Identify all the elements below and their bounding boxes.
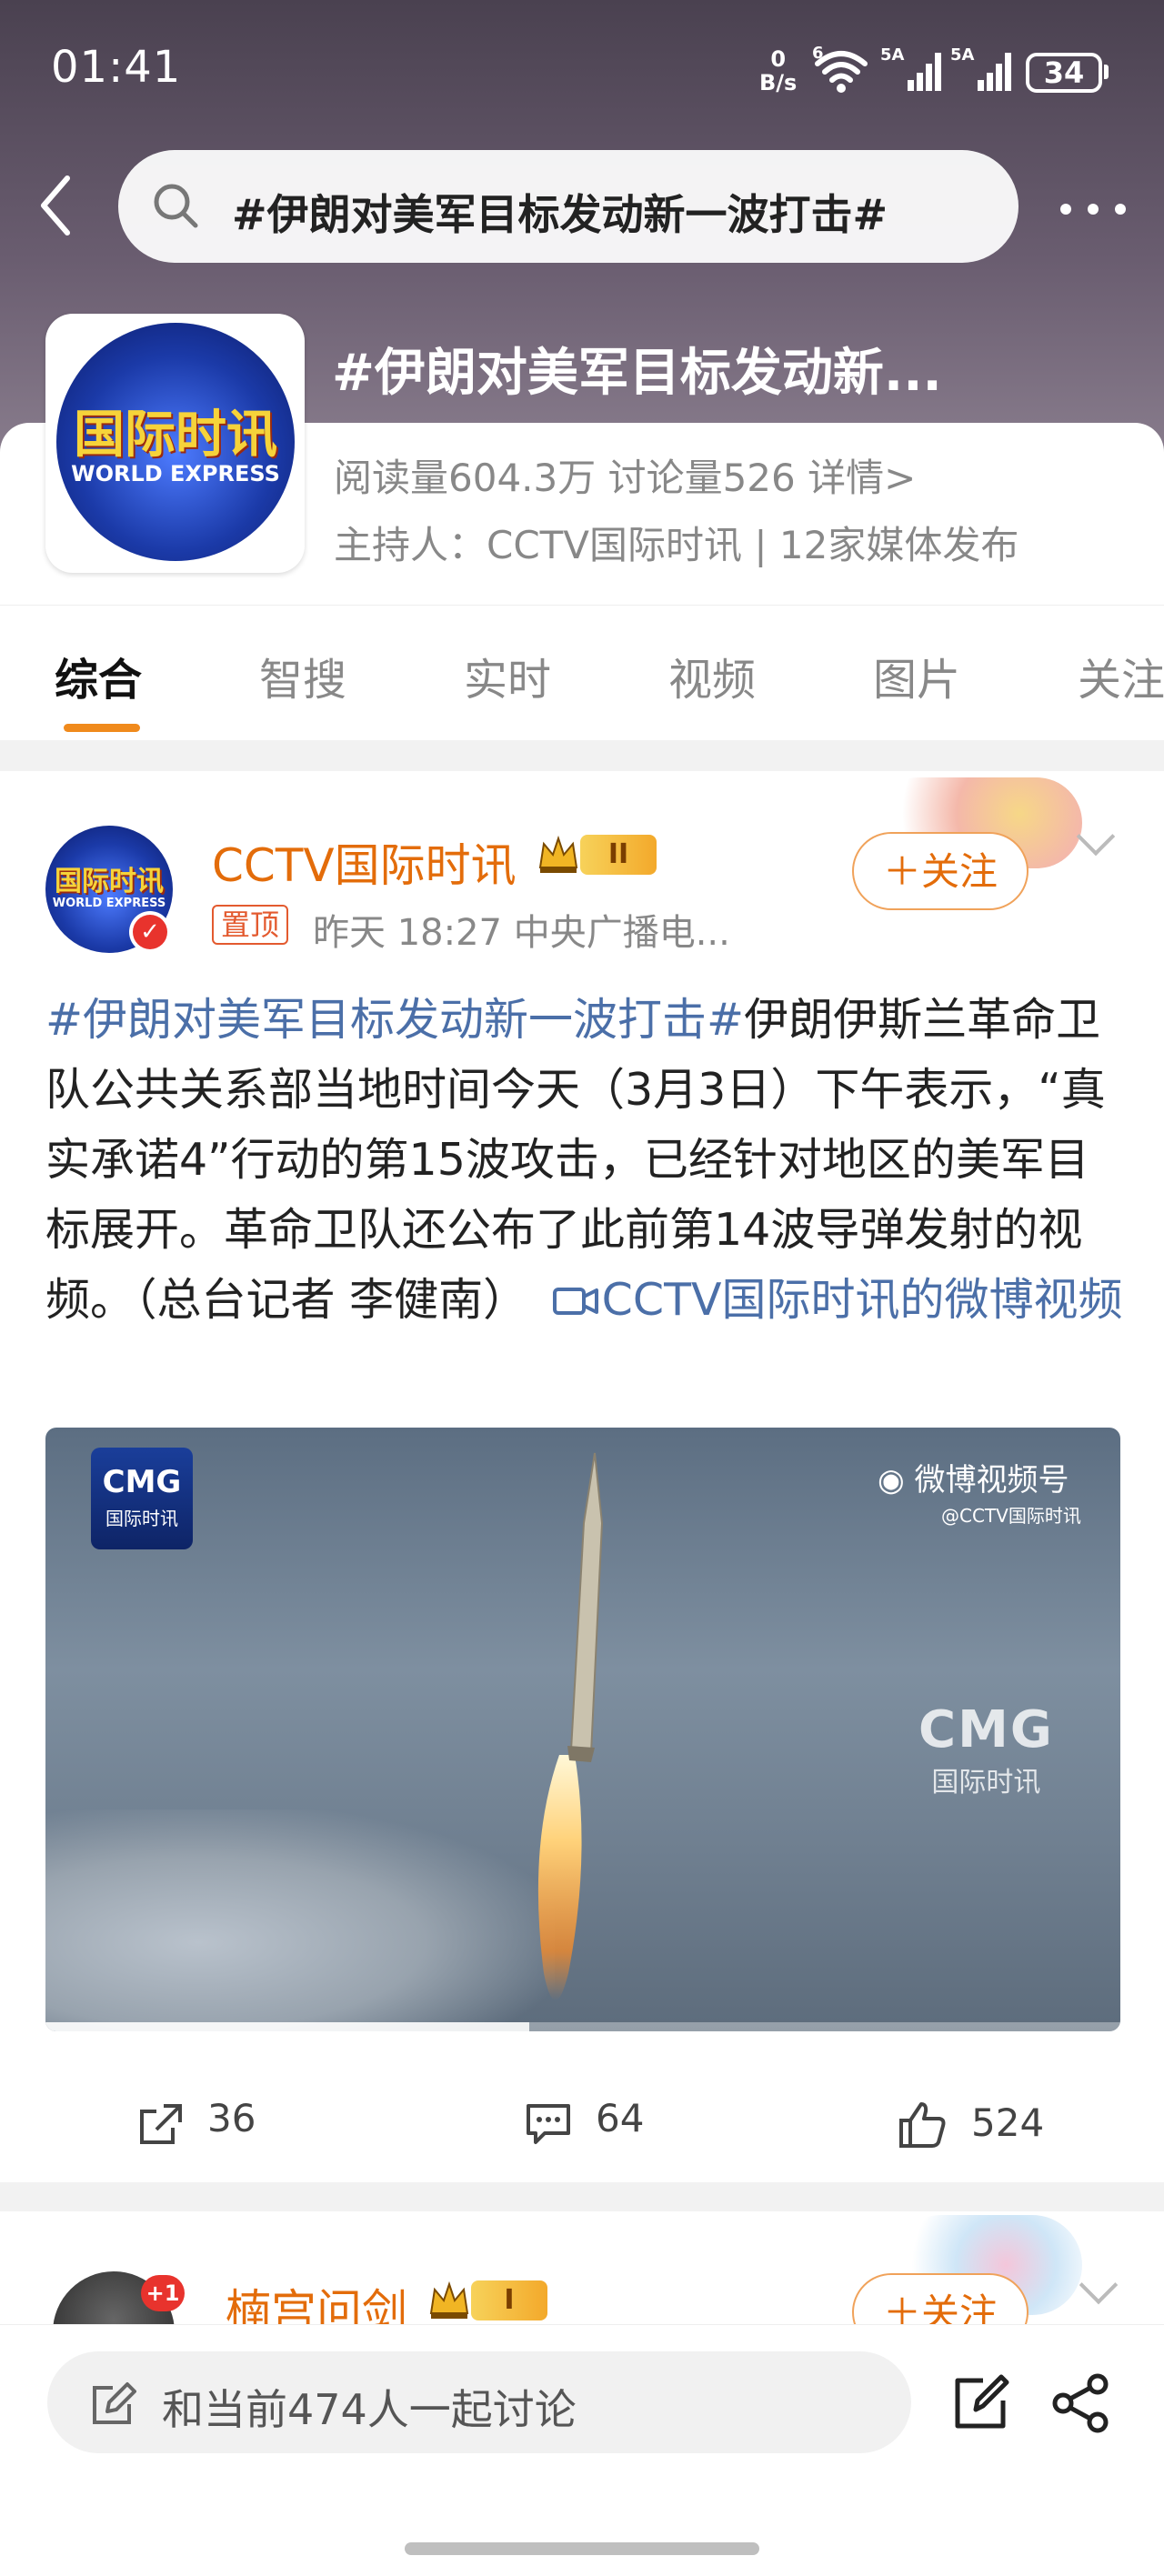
compose-icon[interactable] bbox=[950, 2373, 1010, 2437]
topic-logo-en: WORLD EXPRESS bbox=[71, 461, 280, 486]
weibo-video-watermark: ◉ 微博视频号 @CCTV国际时讯 bbox=[878, 1455, 1081, 1528]
tab-bar: 综合 智搜 实时 视频 图片 关注 bbox=[0, 605, 1164, 740]
network-speed-value: 0 bbox=[770, 46, 787, 72]
video-player[interactable]: CMG 国际时讯 ◉ 微博视频号 @CCTV国际时讯 CMG 国际时讯 bbox=[45, 1428, 1120, 2031]
follow-button[interactable]: ＋关注 bbox=[852, 832, 1029, 910]
topic-host: 主持人：CCTV国际时讯 | 12家媒体发布 bbox=[334, 523, 1019, 567]
network-speed: 0 B/s bbox=[759, 47, 797, 95]
video-link[interactable]: CCTV国际时讯的微博视频 bbox=[542, 1274, 1123, 1326]
avatar-logo-cn: 国际时讯 bbox=[55, 866, 164, 897]
sim1-label: 5A bbox=[880, 45, 905, 65]
status-time: 01:41 bbox=[51, 42, 182, 93]
share-icon[interactable] bbox=[136, 2100, 186, 2150]
video-link-text[interactable]: CCTV国际时讯的微博视频 bbox=[602, 1274, 1123, 1326]
like-count[interactable]: 524 bbox=[971, 2100, 1044, 2145]
network-speed-unit: B/s bbox=[759, 70, 798, 95]
tab-following[interactable]: 关注 bbox=[1078, 644, 1164, 707]
topic-stats[interactable]: 阅读量604.3万 讨论量526 详情> bbox=[334, 447, 916, 503]
edit-icon bbox=[87, 2381, 136, 2433]
share-count[interactable]: 36 bbox=[207, 2096, 256, 2140]
signal-icon-sim1: 5A bbox=[880, 45, 944, 98]
cmg-badge: CMG 国际时讯 bbox=[91, 1448, 193, 1549]
avatar-badge: +1 bbox=[141, 2275, 185, 2311]
home-indicator[interactable] bbox=[405, 2542, 759, 2555]
verified-badge: ✓ bbox=[129, 911, 171, 953]
share-network-icon[interactable] bbox=[1050, 2373, 1114, 2437]
tab-comprehensive[interactable]: 综合 bbox=[55, 644, 142, 707]
battery-tip bbox=[1104, 65, 1109, 79]
topic-logo-cn: 国际时讯 bbox=[74, 406, 277, 465]
like-icon[interactable] bbox=[896, 2100, 948, 2153]
topic-logo-image: 国际时讯 WORLD EXPRESS bbox=[56, 323, 295, 561]
post-body: #伊朗对美军目标发动新一波打击#伊朗伊斯兰革命卫队公共关系部当地时间今天（3月3… bbox=[45, 985, 1128, 1335]
tab-realtime[interactable]: 实时 bbox=[464, 644, 551, 707]
sim2-label: 5A bbox=[950, 45, 975, 65]
cmg-watermark: CMG 国际时讯 bbox=[918, 1700, 1054, 1799]
search-icon bbox=[150, 180, 201, 235]
avatar-logo-en: WORLD EXPRESS bbox=[52, 897, 166, 910]
wifi-label: 6 bbox=[812, 45, 824, 63]
rank-badge: I bbox=[471, 2280, 547, 2320]
weibo-logo-icon: ◉ bbox=[878, 1462, 915, 1498]
wifi-icon: 6 bbox=[812, 44, 870, 98]
comment-icon[interactable] bbox=[523, 2100, 574, 2150]
topic-logo[interactable]: 国际时讯 WORLD EXPRESS bbox=[45, 314, 305, 573]
back-arrow-icon[interactable] bbox=[36, 173, 73, 242]
rank-badge: II bbox=[580, 835, 657, 875]
video-camera-icon bbox=[552, 1288, 598, 1315]
cmg-watermark-title: CMG bbox=[918, 1700, 1054, 1759]
tab-smart-search[interactable]: 智搜 bbox=[259, 644, 346, 707]
cmg-watermark-sub: 国际时讯 bbox=[931, 1767, 1041, 1799]
weibo-video-handle: @CCTV国际时讯 bbox=[941, 1505, 1081, 1527]
tab-video[interactable]: 视频 bbox=[668, 644, 756, 707]
post-meta: 昨天 18:27 中央广播电... bbox=[313, 912, 730, 954]
cmg-badge-title: CMG bbox=[102, 1464, 182, 1500]
crown-icon bbox=[427, 2280, 471, 2324]
comment-count[interactable]: 64 bbox=[596, 2096, 644, 2140]
topic-title: #伊朗对美军目标发动新... bbox=[332, 344, 942, 403]
comment-placeholder[interactable]: 和当前474人一起讨论 bbox=[162, 2377, 577, 2437]
pinned-badge: 置顶 bbox=[212, 905, 289, 945]
author-name[interactable]: CCTV国际时讯 bbox=[212, 829, 517, 895]
more-options-icon[interactable] bbox=[1057, 200, 1129, 218]
crown-icon bbox=[537, 835, 580, 878]
post-hashtag[interactable]: #伊朗对美军目标发动新一波打击# bbox=[45, 994, 744, 1046]
search-query[interactable]: #伊朗对美军目标发动新一波打击# bbox=[232, 182, 888, 242]
battery-icon: 34 bbox=[1026, 53, 1102, 93]
verified-check-icon: ✓ bbox=[133, 915, 167, 949]
video-progress-bar[interactable] bbox=[45, 2022, 529, 2031]
weibo-video-label: 微博视频号 bbox=[914, 1462, 1069, 1498]
cmg-badge-sub: 国际时讯 bbox=[105, 1508, 178, 1529]
tab-images[interactable]: 图片 bbox=[873, 644, 960, 707]
signal-icon-sim2: 5A bbox=[950, 45, 1014, 98]
active-tab-indicator bbox=[64, 724, 140, 732]
